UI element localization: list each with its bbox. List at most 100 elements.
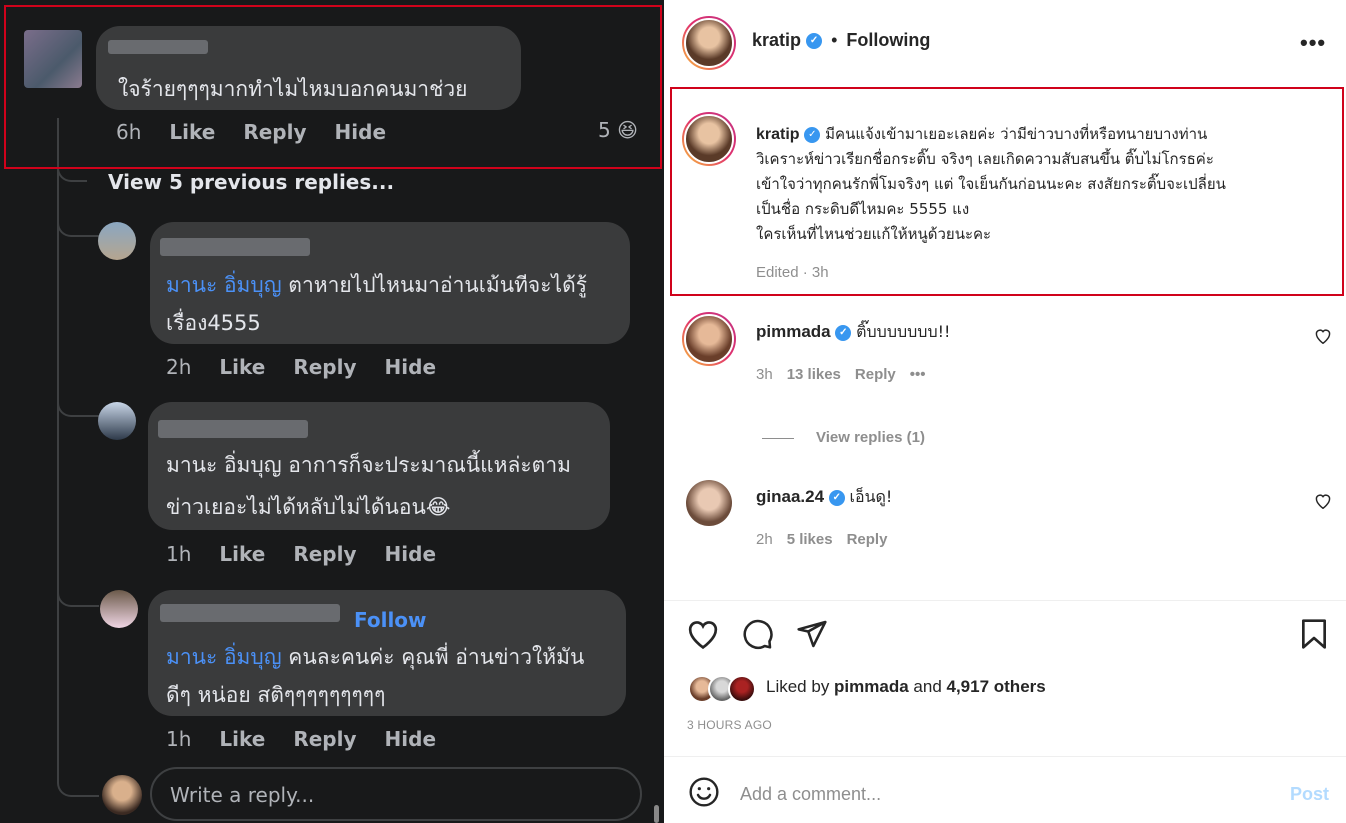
heart-icon[interactable] [1314, 493, 1332, 514]
liked-by-avatars[interactable] [688, 675, 764, 703]
reply-button[interactable]: Reply [293, 355, 356, 379]
caption-line: มีคนแจ้งเข้ามาเยอะเลยค่ะ ว่ามีข่าวบางที่… [825, 125, 1208, 143]
post-header: kratip ✓ • Following [752, 30, 930, 51]
like-button[interactable]: Like [219, 542, 265, 566]
comment-body-line2: ข่าวเยอะไม่ได้หลับไม่ได้นอน😂 [166, 495, 451, 519]
liked-by-others[interactable]: 4,917 others [947, 677, 1046, 696]
instagram-post-panel: kratip ✓ • Following ••• kratip ✓ มีคนแจ… [664, 0, 1346, 823]
thread-curve [57, 385, 99, 417]
verified-badge-icon: ✓ [806, 33, 823, 50]
caption-username[interactable]: kratip [756, 126, 800, 143]
comment-actions: 1h Like Reply Hide [166, 542, 436, 566]
mention-text: มานะ อิ่มบุญ [166, 453, 282, 477]
comment-reply-button[interactable]: Reply [855, 366, 896, 383]
blurred-username [160, 238, 310, 256]
caption-text: kratip ✓ มีคนแจ้งเข้ามาเยอะเลยค่ะ ว่ามีข… [756, 122, 1326, 247]
comment-time: 2h [166, 355, 192, 379]
comment-text: มานะ อิ่มบุญ ตาหายไปไหนมาอ่านเม้นทีจะได้… [166, 266, 587, 342]
view-replies-line [762, 438, 794, 439]
comment-time: 3h [756, 366, 773, 383]
highlight-box [4, 5, 662, 169]
liker-avatar [728, 675, 756, 703]
hide-button[interactable]: Hide [385, 355, 436, 379]
blurred-username [160, 604, 340, 622]
avatar [102, 775, 142, 815]
verified-badge-icon: ✓ [804, 126, 821, 143]
like-heart-icon[interactable] [686, 618, 720, 655]
comment-meta: 3h 13 likes Reply ••• [756, 366, 926, 383]
emoji-icon[interactable] [688, 776, 720, 813]
liked-by-and: and [908, 677, 947, 696]
add-comment-placeholder: Add a comment... [740, 784, 882, 804]
scrollbar[interactable] [654, 805, 659, 823]
comment-bubble-icon[interactable] [742, 618, 774, 655]
comment-actions: 2h Like Reply Hide [166, 355, 436, 379]
comment-time: 1h [166, 542, 192, 566]
following-button[interactable]: Following [846, 30, 930, 50]
thread-curve [57, 575, 99, 607]
post-timestamp: 3 HOURS AGO [687, 718, 772, 732]
verified-badge-icon: ✓ [828, 489, 845, 506]
comment-body: ตาหายไปไหนมาอ่านเม้นทีจะได้รู้ [281, 273, 587, 297]
comment-time: 2h [756, 531, 773, 548]
comment-text: ติ๊บบบบบบบ!! [856, 322, 951, 341]
avatar[interactable] [98, 222, 136, 260]
caption-line: ใครเห็นที่ไหนช่วยแก้ให้หนูด้วยนะคะ [756, 225, 992, 243]
comment-username[interactable]: ginaa.24 [756, 487, 824, 506]
avatar[interactable] [100, 590, 138, 628]
comment-meta: 2h 5 likes Reply [756, 531, 887, 548]
hide-button[interactable]: Hide [385, 727, 436, 751]
bookmark-icon[interactable] [1300, 618, 1328, 655]
follow-button[interactable]: Follow [354, 608, 427, 632]
hide-button[interactable]: Hide [385, 542, 436, 566]
mention-link[interactable]: มานะ อิ่มบุญ [166, 645, 282, 669]
post-button[interactable]: Post [1290, 784, 1329, 805]
comment-text: เอ็นดู! [849, 487, 893, 506]
comment-avatar[interactable] [682, 312, 736, 366]
caption-edited-time: Edited · 3h [756, 264, 829, 281]
share-plane-icon[interactable] [796, 618, 828, 655]
comment-line: ginaa.24 ✓ เอ็นดู! [756, 485, 892, 510]
comment-line: pimmada ✓ ติ๊บบบบบบบ!! [756, 320, 950, 345]
caption-line: วิเคราะห์ข่าวเรียกชื่อกระติ๊บ จริงๆ เลยเ… [756, 150, 1214, 168]
heart-icon[interactable] [1314, 328, 1332, 349]
comment-body-line2: เรื่อง4555 [166, 311, 261, 335]
add-comment-input[interactable]: Add a comment... [740, 780, 1260, 808]
profile-avatar[interactable] [682, 16, 736, 70]
caption-avatar[interactable] [682, 112, 736, 166]
thread-curve [57, 205, 99, 237]
write-reply-input[interactable]: Write a reply... [150, 767, 642, 821]
like-button[interactable]: Like [219, 727, 265, 751]
comment-likes[interactable]: 13 likes [787, 366, 841, 383]
comment-reply-button[interactable]: Reply [847, 531, 888, 548]
more-options-icon[interactable]: ••• [1300, 30, 1326, 56]
comment-likes[interactable]: 5 likes [787, 531, 833, 548]
facebook-comments-panel: ใจร้ายๆๆๆมากทำไมไหมบอกคนมาช่วย 6h Like R… [0, 0, 664, 823]
reply-button[interactable]: Reply [293, 542, 356, 566]
write-reply-placeholder: Write a reply... [170, 783, 315, 807]
divider [664, 600, 1346, 601]
comment-body: อาการก็จะประมาณนี้แหล่ะตาม [281, 453, 571, 477]
comment-options-icon[interactable]: ••• [910, 366, 926, 383]
mention-link[interactable]: มานะ อิ่มบุญ [166, 273, 282, 297]
header-username[interactable]: kratip [752, 30, 801, 50]
comment-body-line2: ดีๆ หน่อย สติๆๆๆๆๆๆๆๆๆ [166, 683, 386, 707]
view-replies-button[interactable]: View replies (1) [816, 429, 925, 446]
avatar[interactable] [98, 402, 136, 440]
verified-badge-icon: ✓ [835, 324, 852, 341]
like-button[interactable]: Like [219, 355, 265, 379]
comment-time: 1h [166, 727, 192, 751]
comment-text: มานะ อิ่มบุญ อาการก็จะประมาณนี้แหล่ะตาม … [166, 444, 571, 528]
caption-line: เข้าใจว่าทุกคนรักพี่โมจริงๆ แต่ ใจเย็นกั… [756, 175, 1226, 193]
liked-by-prefix: Liked by [766, 677, 835, 696]
comment-text: มานะ อิ่มบุญ คนละคนค่ะ คุณพี่ อ่านข่าวให… [166, 638, 584, 714]
comment-body: คนละคนค่ะ คุณพี่ อ่านข่าวให้มัน [281, 645, 585, 669]
comment-actions: 1h Like Reply Hide [166, 727, 436, 751]
blurred-username [158, 420, 308, 438]
reply-button[interactable]: Reply [293, 727, 356, 751]
caption-line: เป็นชื่อ กระดิบดีไหมคะ 5555 แง [756, 200, 970, 218]
comment-avatar[interactable] [686, 480, 732, 526]
view-previous-replies[interactable]: View 5 previous replies... [108, 170, 394, 194]
liked-by-user[interactable]: pimmada [834, 677, 909, 696]
comment-username[interactable]: pimmada [756, 322, 831, 341]
